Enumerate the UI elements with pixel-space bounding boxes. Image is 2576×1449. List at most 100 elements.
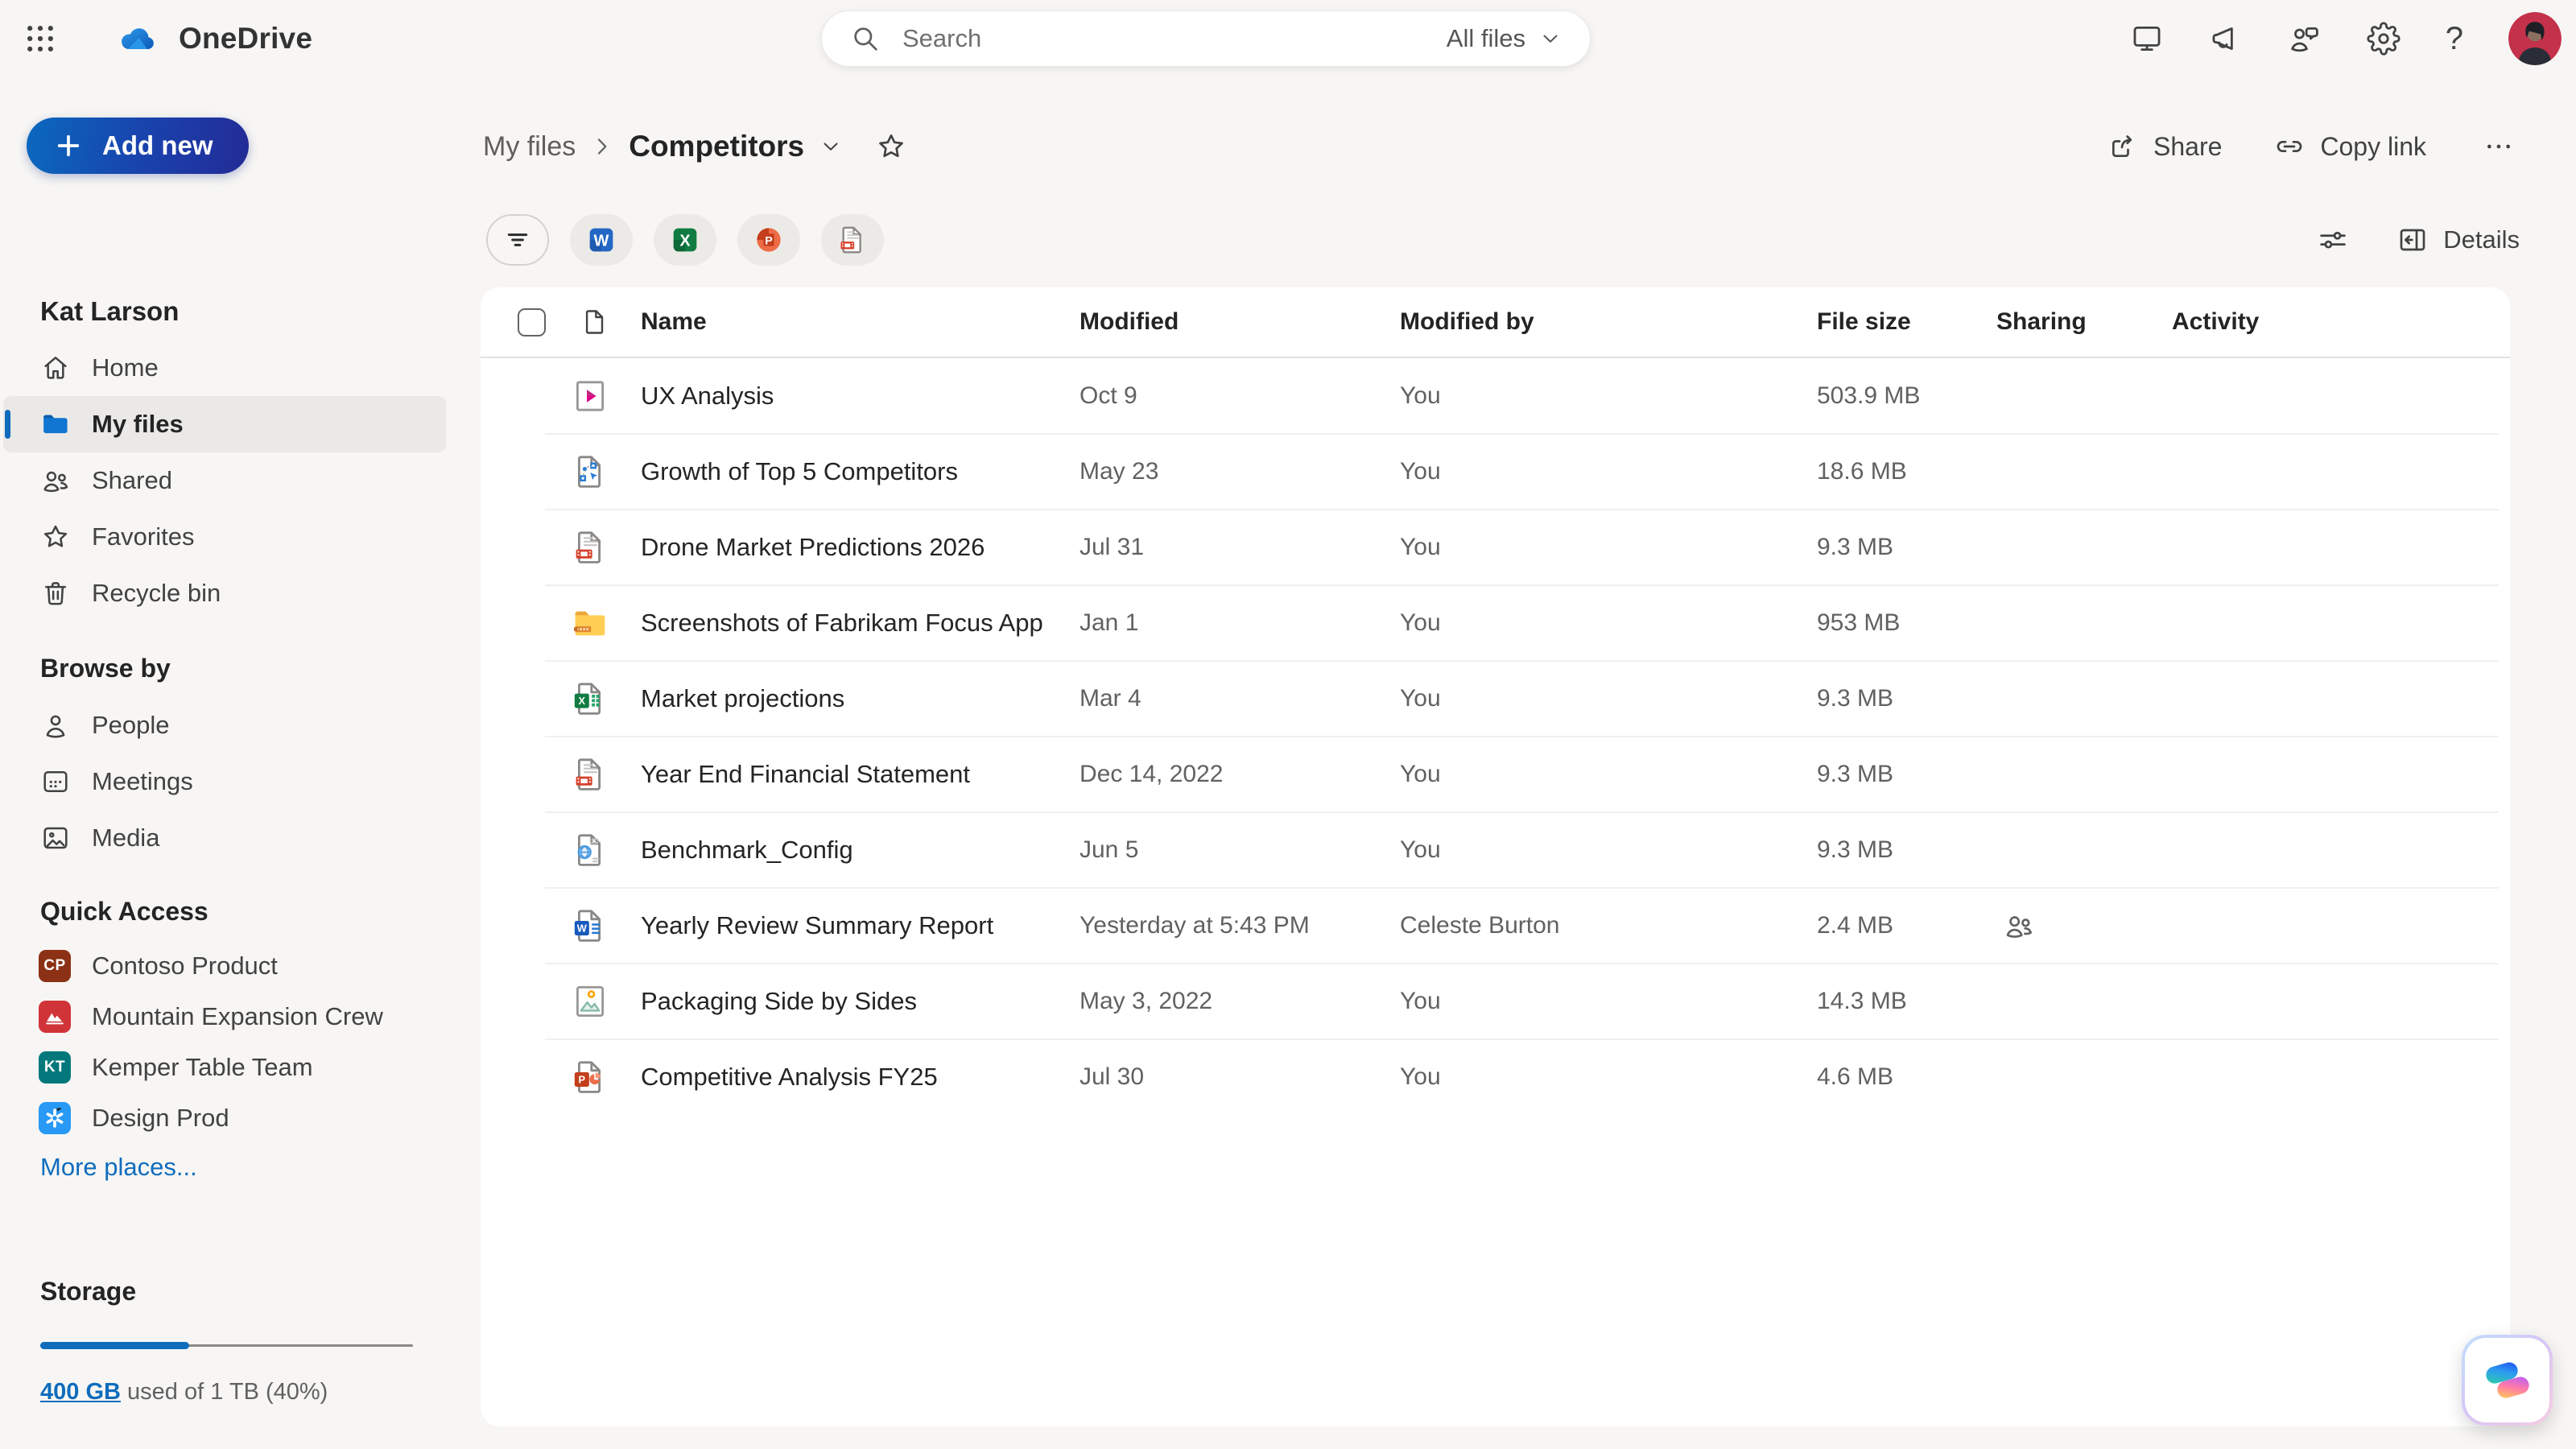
f_excel-icon: X xyxy=(571,679,609,718)
shared-people-icon[interactable] xyxy=(2003,456,2035,488)
search-scope-dropdown[interactable]: All files xyxy=(1447,24,1563,53)
storage-fill xyxy=(40,1342,189,1349)
quick-access-item-design-prod[interactable]: Design Prod xyxy=(3,1092,446,1143)
file-type-column-icon[interactable] xyxy=(580,308,609,336)
shared-people-icon[interactable] xyxy=(2003,1061,2035,1093)
storage-used-link[interactable]: 400 GB xyxy=(40,1379,121,1405)
copilot-icon xyxy=(2482,1355,2533,1406)
sort-options-icon[interactable] xyxy=(2316,223,2350,257)
file-row-benchmark-config[interactable]: Benchmark_Config Jun 5 You 9.3 MB xyxy=(481,812,2510,888)
storage-usage: 400 GB used of 1 TB (40%) xyxy=(40,1379,413,1406)
breadcrumb-current-folder[interactable]: Competitors xyxy=(629,130,804,163)
file-modified-by: You xyxy=(1400,458,1817,485)
file-size: 9.3 MB xyxy=(1817,685,1996,712)
mountain-icon xyxy=(42,1004,68,1030)
filter-pill-filter[interactable] xyxy=(486,214,549,266)
megaphone-icon[interactable] xyxy=(2209,22,2243,56)
file-modified: Jul 30 xyxy=(1080,1063,1400,1091)
svg-text:X: X xyxy=(679,233,691,250)
app-launcher-icon[interactable] xyxy=(23,21,58,56)
shared-people-icon[interactable] xyxy=(2003,380,2035,412)
file-row-market-projections[interactable]: X Market projections Mar 4 You 9.3 MB xyxy=(481,661,2510,737)
sidebar-item-recycle-bin[interactable]: Recycle bin xyxy=(3,565,446,621)
breadcrumb: My files Competitors Share Copy link xyxy=(483,106,2520,187)
more-places-link[interactable]: More places... xyxy=(40,1153,197,1182)
details-label: Details xyxy=(2443,225,2520,254)
sidebar-item-my-files[interactable]: My files xyxy=(3,396,446,452)
sidebar-item-media[interactable]: Media xyxy=(3,810,446,866)
share-icon xyxy=(2107,130,2139,163)
file-name: Market projections xyxy=(641,684,1080,713)
onedrive-logo[interactable]: OneDrive xyxy=(111,18,312,60)
storage-usage-rest: used of 1 TB (40%) xyxy=(121,1379,328,1405)
file-row-growth-of-top-5-competitors[interactable]: Growth of Top 5 Competitors May 23 You 1… xyxy=(481,434,2510,510)
main-content: My files Competitors Share Copy link W X P… xyxy=(467,77,2576,1449)
file-row-drone-market-predictions-2026[interactable]: Drone Market Predictions 2026 Jul 31 You… xyxy=(481,510,2510,585)
select-all-checkbox[interactable] xyxy=(518,308,546,336)
details-button[interactable]: Details xyxy=(2396,224,2520,256)
search-input[interactable] xyxy=(881,24,1447,53)
app-name: OneDrive xyxy=(179,22,312,56)
more-options-icon[interactable] xyxy=(2478,130,2520,163)
file-modified: Jan 1 xyxy=(1080,609,1400,637)
filter-pill-powerpoint[interactable]: P xyxy=(737,214,800,266)
column-header-name[interactable]: Name xyxy=(641,308,1080,336)
filter-pill-pdf[interactable] xyxy=(821,214,884,266)
file-modified: Jul 31 xyxy=(1080,534,1400,561)
column-header-sharing[interactable]: Sharing xyxy=(1996,308,2172,336)
search-icon xyxy=(849,23,881,55)
file-row-year-end-financial-statement[interactable]: Year End Financial Statement Dec 14, 202… xyxy=(481,737,2510,812)
column-header-modified-by[interactable]: Modified by xyxy=(1400,308,1817,336)
monitor-icon[interactable] xyxy=(2130,22,2164,56)
search-bar[interactable]: All files xyxy=(821,10,1591,67)
sidebar-item-people[interactable]: People xyxy=(3,697,446,753)
quick-access-item-contoso-product[interactable]: CP Contoso Product xyxy=(3,940,446,991)
sidebar-item-home[interactable]: Home xyxy=(3,340,446,396)
copy-link-button[interactable]: Copy link xyxy=(2273,130,2426,163)
file-row-competitive-analysis-fy25[interactable]: P Competitive Analysis FY25 Jul 30 You 4… xyxy=(481,1039,2510,1115)
view-controls: Details xyxy=(2316,223,2520,257)
column-header-file-size[interactable]: File size xyxy=(1817,308,1996,336)
shared-people-icon[interactable] xyxy=(2003,683,2035,715)
feedback-icon[interactable] xyxy=(2288,22,2322,56)
people-icon xyxy=(40,465,71,496)
f_pdf-icon xyxy=(571,528,609,567)
avatar[interactable] xyxy=(2508,12,2562,65)
filter-pill-excel[interactable]: X xyxy=(654,214,716,266)
selection-indicator xyxy=(5,579,10,608)
sidebar-item-meetings[interactable]: Meetings xyxy=(3,753,446,810)
filter-pill-word[interactable]: W xyxy=(570,214,633,266)
selection-indicator xyxy=(5,711,10,740)
file-row-screenshots-of-fabrikam-focus-app[interactable]: Screenshots of Fabrikam Focus App Jan 1 … xyxy=(481,585,2510,661)
help-icon[interactable]: ? xyxy=(2446,23,2463,55)
file-row-ux-analysis[interactable]: UX Analysis Oct 9 You 503.9 MB xyxy=(481,358,2510,434)
shared-people-icon[interactable] xyxy=(2003,985,2035,1018)
file-row-yearly-review-summary-report[interactable]: W Yearly Review Summary Report Yesterday… xyxy=(481,888,2510,964)
column-header-modified[interactable]: Modified xyxy=(1080,308,1400,336)
add-new-button[interactable]: Add new xyxy=(27,118,249,174)
shared-people-icon[interactable] xyxy=(2003,910,2035,942)
column-header-activity[interactable]: Activity xyxy=(2172,308,2510,336)
file-row-packaging-side-by-sides[interactable]: Packaging Side by Sides May 3, 2022 You … xyxy=(481,964,2510,1039)
favorite-star-icon[interactable] xyxy=(875,130,907,163)
shared-people-icon[interactable] xyxy=(2003,531,2035,564)
flower-icon xyxy=(42,1105,68,1131)
sidebar-item-favorites[interactable]: Favorites xyxy=(3,509,446,565)
breadcrumb-my-files[interactable]: My files xyxy=(483,131,576,163)
settings-gear-icon[interactable] xyxy=(2367,22,2401,56)
file-modified-by: You xyxy=(1400,988,1817,1015)
quick-access-item-kemper-table-team[interactable]: KT Kemper Table Team xyxy=(3,1042,446,1092)
sidebar: Add new Kat Larson Home My files Shared … xyxy=(0,77,467,1449)
folder-dropdown-chevron-icon[interactable] xyxy=(819,134,843,159)
quick-access-item-mountain-expansion-crew[interactable]: Mountain Expansion Crew xyxy=(3,991,446,1042)
shared-people-icon[interactable] xyxy=(2003,607,2035,639)
chevron-down-icon xyxy=(1538,27,1563,51)
sidebar-item-shared[interactable]: Shared xyxy=(3,452,446,509)
share-button[interactable]: Share xyxy=(2107,130,2222,163)
shared-people-icon[interactable] xyxy=(2003,758,2035,791)
team-badge xyxy=(39,1102,71,1134)
f_zip-icon xyxy=(571,604,609,642)
copilot-button[interactable] xyxy=(2462,1335,2553,1426)
svg-text:P: P xyxy=(765,234,772,247)
shared-people-icon[interactable] xyxy=(2003,834,2035,866)
